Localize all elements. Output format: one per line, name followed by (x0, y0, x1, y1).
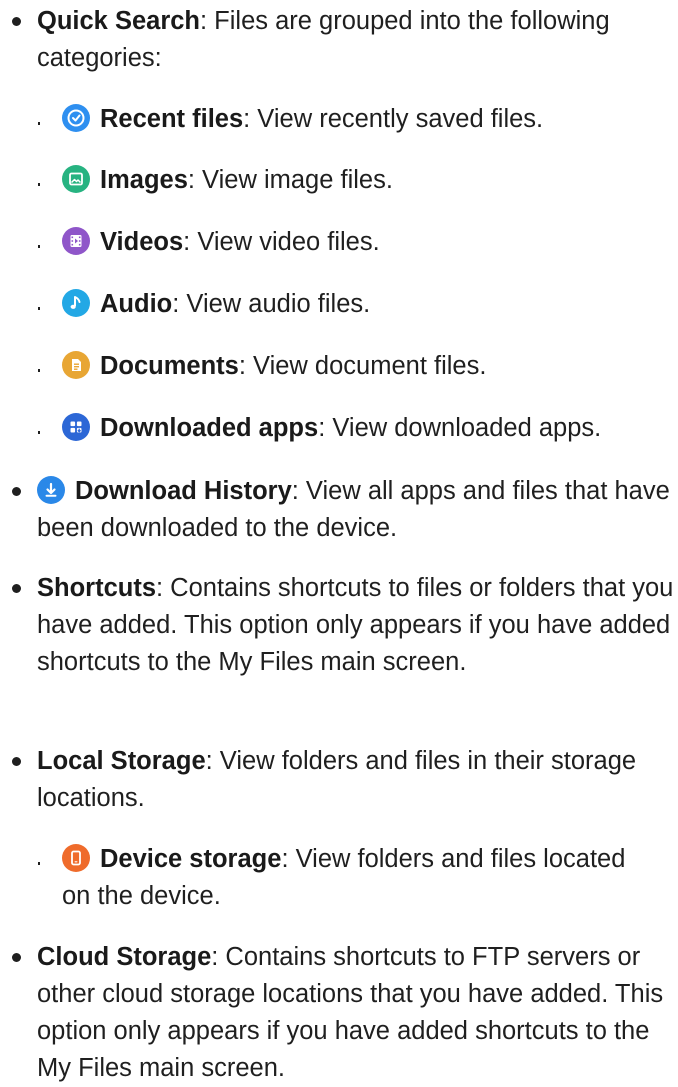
video-icon (62, 227, 90, 255)
local-storage-title: Local Storage (37, 747, 206, 775)
bullet (0, 743, 26, 780)
phone-icon (62, 844, 90, 872)
file-categories-document: Quick Search: Files are grouped into the… (0, 0, 678, 1082)
download-history-item: Download History: View all apps and file… (0, 473, 677, 547)
quick-search-item: Quick Search: Files are grouped into the… (0, 3, 677, 77)
shortcuts-title: Shortcuts (37, 574, 157, 602)
recent-files-item: Recent files: View recently saved files. (0, 101, 678, 138)
download-history-paragraph: Download History: View all apps and file… (37, 473, 677, 547)
images-item: Images: View image files. (0, 162, 678, 199)
downloaded-apps-item: Downloaded apps: View downloaded apps. (0, 410, 678, 447)
download-history-title: Download History (75, 477, 292, 505)
videos-title: Videos (100, 228, 184, 256)
documents-text: : View document files. (238, 352, 487, 380)
dash (0, 410, 40, 447)
cloud-storage-item: Cloud Storage: Contains shortcuts to FTP… (0, 939, 677, 1087)
quick-search-paragraph: Quick Search: Files are grouped into the… (37, 3, 677, 77)
quick-search-title: Quick Search (37, 7, 200, 35)
dash (0, 162, 40, 199)
document-icon (62, 351, 90, 379)
shortcuts-paragraph: Shortcuts: Contains shortcuts to files o… (37, 570, 677, 681)
images-title: Images (100, 166, 188, 194)
documents-paragraph: Documents: View document files. (60, 348, 678, 385)
cloud-storage-title: Cloud Storage (37, 943, 212, 971)
downloaded-apps-text: : View downloaded apps. (318, 414, 602, 442)
videos-paragraph: Videos: View video files. (60, 224, 678, 261)
dash (0, 101, 40, 138)
device-storage-paragraph: Device storage: View folders and files l… (60, 841, 640, 915)
bullet (0, 3, 26, 40)
bullet (0, 939, 26, 976)
recent-files-text: : View recently saved files. (243, 105, 544, 133)
bullet (0, 570, 26, 607)
audio-title: Audio (100, 290, 173, 318)
audio-text: : View audio files. (172, 290, 371, 318)
images-text: : View image files. (187, 166, 393, 194)
clock-icon (62, 104, 90, 132)
download-icon (37, 476, 65, 504)
videos-text: : View video files. (183, 228, 380, 256)
dash (0, 286, 40, 323)
device-storage-item: Device storage: View folders and files l… (0, 841, 640, 915)
recent-files-paragraph: Recent files: View recently saved files. (60, 101, 678, 138)
downloaded-apps-title: Downloaded apps (100, 414, 319, 442)
documents-title: Documents (100, 352, 239, 380)
device-storage-title: Device storage (100, 845, 282, 873)
music-note-icon (62, 289, 90, 317)
dash (0, 841, 40, 878)
dash (0, 348, 40, 385)
dash (0, 224, 40, 261)
audio-item: Audio: View audio files. (0, 286, 678, 323)
recent-files-title: Recent files (100, 105, 244, 133)
local-storage-item: Local Storage: View folders and files in… (0, 743, 677, 817)
shortcuts-item: Shortcuts: Contains shortcuts to files o… (0, 570, 677, 681)
audio-paragraph: Audio: View audio files. (60, 286, 678, 323)
apps-icon (62, 413, 90, 441)
downloaded-apps-paragraph: Downloaded apps: View downloaded apps. (60, 410, 678, 447)
bullet (0, 473, 26, 510)
local-storage-paragraph: Local Storage: View folders and files in… (37, 743, 677, 817)
documents-item: Documents: View document files. (0, 348, 678, 385)
image-icon (62, 165, 90, 193)
videos-item: Videos: View video files. (0, 224, 678, 261)
images-paragraph: Images: View image files. (60, 162, 678, 199)
cloud-storage-paragraph: Cloud Storage: Contains shortcuts to FTP… (37, 939, 677, 1087)
